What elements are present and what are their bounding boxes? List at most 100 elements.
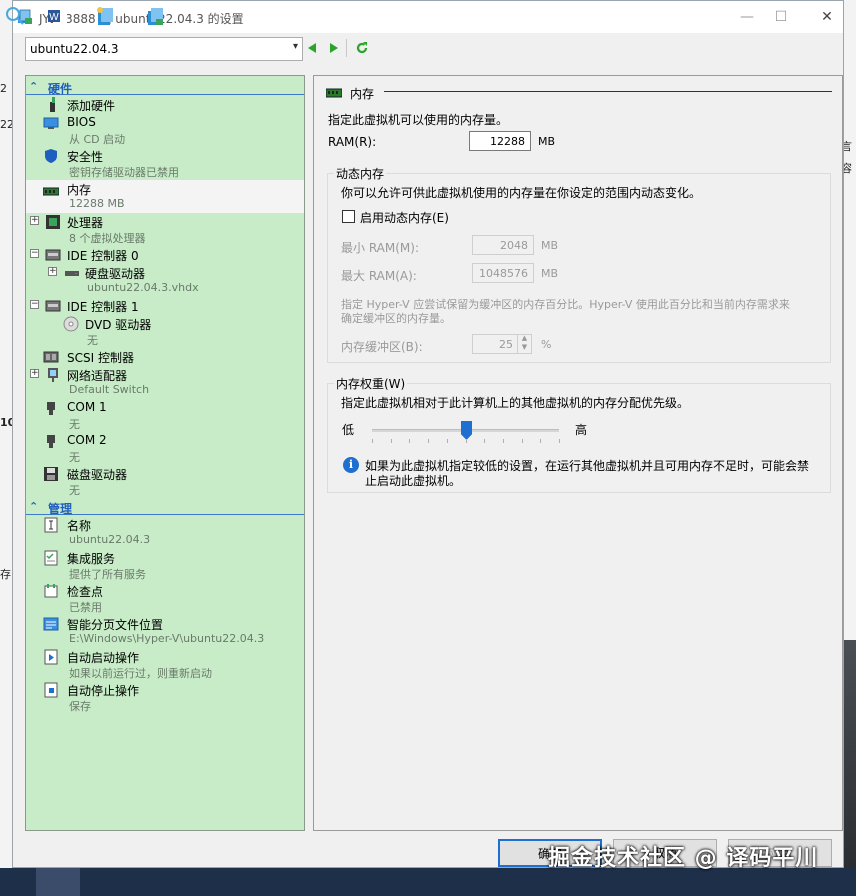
tree-item-ide-1[interactable]: − IDE 控制器 1 [26, 297, 304, 315]
expand-plus-icon[interactable]: + [30, 216, 39, 225]
word-icon[interactable]: W [47, 5, 69, 27]
tree-item-bios[interactable]: BIOS 从 CD 启动 [26, 114, 304, 148]
tree-item-network-adapter[interactable]: + 网络适配器 Default Switch [26, 366, 304, 400]
chevron-down-icon: ▾ [292, 41, 298, 52]
expand-plus-icon[interactable]: + [30, 369, 39, 378]
tree-item-label: 智能分页文件位置 [67, 618, 164, 632]
tree-item-add-hardware[interactable]: 添加硬件 [26, 96, 304, 114]
tree-item-label: IDE 控制器 0 [67, 249, 139, 263]
tree-item-auto-start[interactable]: 自动启动操作 如果以前运行过，则重新启动 [26, 648, 304, 682]
tree-item-name[interactable]: 名称 ubuntu22.04.3 [26, 516, 304, 550]
hyperv-manager-icon[interactable] [94, 5, 116, 27]
vm-select-dropdown[interactable]: ubuntu22.04.3 ▾ [25, 37, 303, 61]
slider-tick [559, 439, 560, 443]
hard-drive-icon [65, 271, 79, 276]
smart-paging-icon [43, 617, 59, 631]
memory-weight-desc: 指定此虚拟机相对于此计算机上的其他虚拟机的内存分配优先级。 [341, 396, 690, 410]
vm-connect-icon[interactable] [144, 5, 166, 27]
collapse-minus-icon[interactable]: − [30, 300, 39, 309]
enable-dynamic-memory-checkbox[interactable] [342, 210, 355, 223]
ide-controller-icon [45, 249, 61, 261]
tree-item-label: 内存 [67, 183, 92, 197]
slider-tick [391, 439, 392, 443]
bg-text-fragment: 2 [0, 82, 7, 95]
tree-item-label: 名称 [67, 519, 92, 533]
taskbar-active-highlight [36, 868, 80, 896]
tree-item-scsi[interactable]: SCSI 控制器 [26, 348, 304, 366]
hardware-section-header[interactable]: ⌃ 硬件 [26, 79, 304, 96]
ram-label: RAM(R): [328, 135, 377, 149]
memory-weight-group-label: 内存权重(W) [334, 375, 408, 392]
add-hardware-icon [50, 97, 55, 112]
tree-item-sub: 已禁用 [69, 601, 102, 614]
com-port-icon [47, 402, 55, 415]
bios-icon [43, 117, 59, 129]
tree-item-label: 自动停止操作 [67, 684, 140, 698]
tree-item-dvd-drive[interactable]: DVD 驱动器 无 [26, 315, 304, 349]
name-text-icon [44, 517, 58, 533]
slider-tick [484, 439, 485, 443]
title-bar[interactable]: JY213888 上 ubuntu22.04.3 的设置 — ☐ ✕ [13, 1, 843, 33]
ram-input[interactable]: 12288 [469, 131, 531, 151]
tree-item-memory[interactable]: 内存 12288 MB [26, 180, 304, 213]
title-divider [384, 91, 832, 92]
tree-item-sub: E:\Windows\Hyper-V\ubuntu22.04.3 [69, 632, 265, 645]
max-ram-label: 最大 RAM(A): [341, 269, 417, 283]
tree-item-auto-stop[interactable]: 自动停止操作 保存 [26, 681, 304, 715]
tree-item-processor[interactable]: + 处理器 8 个虚拟处理器 [26, 213, 304, 247]
tree-item-sub: 12288 MB [69, 197, 125, 210]
minimize-button[interactable]: — [737, 7, 757, 27]
forward-arrow-icon[interactable] [327, 41, 341, 55]
refresh-icon[interactable] [355, 41, 369, 55]
tree-item-ide-0[interactable]: − IDE 控制器 0 [26, 246, 304, 264]
dvd-disc-icon [63, 316, 79, 332]
tree-item-sub: 如果以前运行过，则重新启动 [69, 667, 212, 680]
tree-item-sub: 8 个虚拟处理器 [69, 232, 146, 245]
integration-services-icon [44, 550, 58, 566]
tree-item-checkpoints[interactable]: 检查点 已禁用 [26, 582, 304, 616]
slider-tick [428, 439, 429, 443]
search-icon[interactable] [4, 5, 26, 27]
close-button[interactable]: ✕ [817, 7, 837, 27]
tree-item-smart-paging[interactable]: 智能分页文件位置 E:\Windows\Hyper-V\ubuntu22.04.… [26, 615, 304, 649]
tree-item-sub: ubuntu22.04.3.vhdx [87, 281, 199, 294]
tree-item-label: SCSI 控制器 [67, 351, 134, 365]
tree-item-label: 硬盘驱动器 [85, 267, 146, 281]
max-ram-unit: MB [541, 267, 559, 280]
weight-info-line2: 止启动此虚拟机。 [365, 474, 462, 488]
weight-high-label: 高 [575, 423, 588, 437]
expand-plus-icon[interactable]: + [48, 267, 57, 276]
back-arrow-icon[interactable] [305, 41, 319, 55]
memory-settings-panel: 内存 指定此虚拟机可以使用的内存量。 RAM(R): 12288 MB 动态内存… [313, 75, 843, 831]
collapse-chevron-icon: ⌃ [29, 500, 39, 513]
slider-tick [409, 439, 410, 443]
max-ram-input[interactable]: 1048576 [472, 263, 534, 283]
management-section-header[interactable]: ⌃ 管理 [26, 499, 304, 516]
buffer-desc-line2: 确定缓冲区的内存量。 [341, 312, 451, 325]
min-ram-label: 最小 RAM(M): [341, 241, 419, 255]
buffer-spin-buttons[interactable]: ▲ ▼ [517, 334, 531, 354]
tree-item-com1[interactable]: COM 1 无 [26, 399, 304, 433]
tree-item-sub: 无 [69, 484, 80, 497]
weight-low-label: 低 [342, 423, 355, 437]
tree-item-diskette[interactable]: 磁盘驱动器 无 [26, 465, 304, 499]
tree-item-integration-services[interactable]: 集成服务 提供了所有服务 [26, 549, 304, 583]
tree-item-sub: 无 [69, 418, 80, 431]
memory-icon [43, 187, 59, 196]
memory-intro: 指定此虚拟机可以使用的内存量。 [328, 113, 509, 127]
window-title: JY213888 上 ubuntu22.04.3 的设置 [39, 12, 244, 26]
tree-item-security[interactable]: 安全性 密钥存储驱动器已禁用 [26, 147, 304, 181]
bg-text-fragment: 存 [0, 568, 11, 581]
tree-item-com2[interactable]: COM 2 无 [26, 432, 304, 466]
tree-item-label: 集成服务 [67, 552, 116, 566]
tree-item-hard-drive[interactable]: + 硬盘驱动器 ubuntu22.04.3.vhdx [26, 264, 304, 298]
min-ram-input[interactable]: 2048 [472, 235, 534, 255]
floppy-disk-icon [44, 467, 58, 481]
tree-item-label: COM 2 [67, 433, 107, 447]
maximize-button[interactable]: ☐ [771, 7, 791, 27]
collapse-minus-icon[interactable]: − [30, 249, 39, 258]
collapse-chevron-icon: ⌃ [29, 80, 39, 93]
enable-dynamic-memory-label[interactable]: 启用动态内存(E) [360, 209, 449, 226]
auto-start-icon [44, 649, 58, 665]
vm-select-value: ubuntu22.04.3 [30, 42, 119, 56]
